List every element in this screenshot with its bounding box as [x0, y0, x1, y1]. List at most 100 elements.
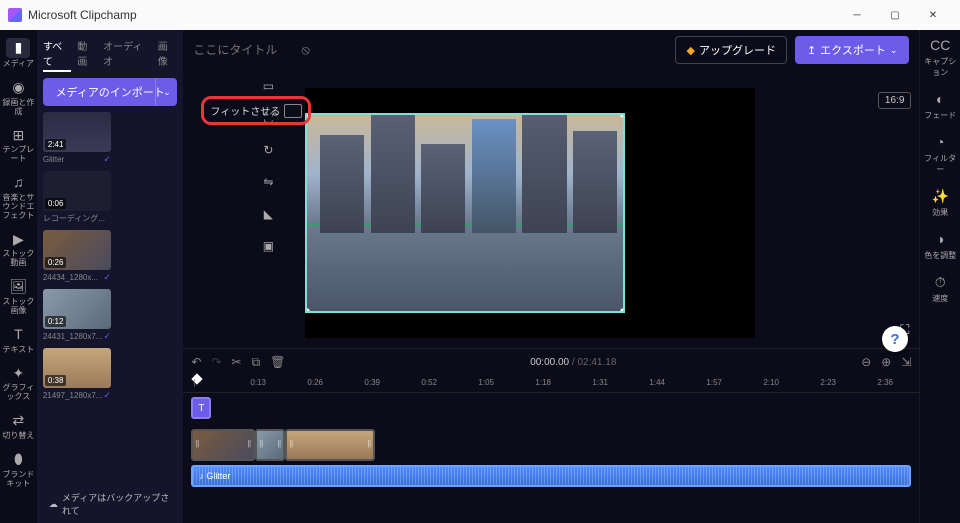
time-total: 02:41.18	[577, 357, 616, 368]
text-icon: T	[9, 326, 27, 344]
clip-duration: 0:26	[45, 257, 67, 268]
ruler-tick: 1:57	[706, 378, 722, 387]
preview-canvas[interactable]	[305, 88, 755, 338]
waveform-icon	[193, 467, 909, 485]
resize-handle-ne[interactable]	[620, 113, 625, 118]
fit-button[interactable]: フィットさせる	[210, 103, 280, 118]
window-minimize-button[interactable]: ─	[838, 0, 876, 30]
nav-graphics[interactable]: ✦グラフィックス	[0, 364, 37, 402]
prop-filter[interactable]: ◔フィルター	[920, 133, 960, 175]
export-button[interactable]: ↥ エクスポート ⌄	[795, 36, 909, 64]
preview-area: フィットさせる ▭ ⛶ ↻ ⇋ ◣ ▣	[183, 70, 919, 312]
flip-h-icon[interactable]: ⇋	[258, 172, 278, 192]
nav-template[interactable]: ⊞テンプレート	[0, 126, 37, 164]
clip-thumbnail[interactable]: 2:41	[43, 112, 111, 152]
crop-tool-icon[interactable]: ▭	[258, 76, 278, 96]
delete-icon[interactable]: 🗑	[270, 355, 285, 369]
flip-v-icon[interactable]: ◣	[258, 204, 278, 224]
media-tab[interactable]: 画像	[158, 36, 178, 72]
clip-thumbnail[interactable]: 0:12	[43, 289, 111, 329]
cut-icon[interactable]: ✂	[232, 355, 242, 369]
diamond-icon: ◆	[686, 44, 694, 57]
ruler-tick: 0:52	[421, 378, 437, 387]
title-clip[interactable]: T	[191, 397, 211, 419]
ruler-tick: 0:26	[307, 378, 323, 387]
cc-icon: CC	[931, 36, 949, 54]
fit-icon[interactable]	[284, 104, 302, 118]
nav-transition[interactable]: ⇄切り替え	[2, 412, 34, 441]
template-icon: ⊞	[9, 126, 27, 144]
export-label: エクスポート	[820, 42, 886, 58]
undo-icon[interactable]: ↶	[191, 355, 201, 369]
adjust-icon: ◑	[931, 230, 949, 248]
image-icon: 🖼	[9, 278, 27, 296]
nav-music[interactable]: ♫音楽とサウンドエフェクト	[0, 174, 37, 220]
visibility-icon[interactable]: ⦸	[301, 42, 309, 58]
video-icon: ▶	[9, 230, 27, 248]
title-track[interactable]: T	[191, 397, 911, 425]
rec-icon: ◉	[9, 79, 27, 97]
zoom-in-icon[interactable]: ⊕	[881, 355, 891, 369]
backup-label: メディアはバックアップされて	[62, 491, 172, 517]
timeline-toolbar: ↶ ↷ ✂ ⧉ 🗑 00:00.00 / 02:41.18 ⊖ ⊕ ⇲	[183, 349, 919, 375]
rotate-icon[interactable]: ↻	[258, 140, 278, 160]
media-clip[interactable]: 0:06 レコーディング...	[43, 171, 111, 224]
resize-handle-sw[interactable]	[305, 308, 310, 313]
import-label: メディアのインポート	[56, 84, 165, 100]
video-track[interactable]: ‖‖ ‖‖ ‖‖	[191, 429, 911, 461]
clip-thumbnail[interactable]: 0:38	[43, 348, 111, 388]
nav-text[interactable]: Tテキスト	[3, 326, 35, 355]
top-bar: ⦸ ◆ アップグレード ↥ エクスポート ⌄	[183, 30, 919, 70]
audio-clip[interactable]: ♪ Glitter	[191, 465, 911, 487]
video-clip-1[interactable]: ‖‖	[191, 429, 255, 461]
timeline-tracks[interactable]: T ‖‖ ‖‖ ‖‖ ♪ Glitter	[183, 393, 919, 523]
nav-video[interactable]: ▶ストック動画	[0, 230, 37, 268]
selected-video-clip[interactable]	[305, 113, 625, 313]
clip-thumbnail[interactable]: 0:06	[43, 171, 111, 211]
pip-icon[interactable]: ▣	[258, 236, 278, 256]
media-clip[interactable]: 0:1224431_1280x7...✓	[43, 289, 111, 342]
filter-icon: ◔	[931, 133, 949, 151]
nav-folder[interactable]: ▮メディア	[3, 38, 34, 69]
upgrade-button[interactable]: ◆ アップグレード	[675, 36, 786, 64]
prop-cc[interactable]: CCキャプション	[920, 36, 960, 78]
time-current: 00:00.00	[530, 357, 569, 368]
copy-icon[interactable]: ⧉	[252, 355, 261, 370]
fade-icon: ◐	[931, 90, 949, 108]
window-close-button[interactable]: ✕	[914, 0, 952, 30]
brand-icon: ⬮	[9, 451, 27, 469]
project-title-input[interactable]	[193, 43, 293, 57]
clip-thumbnail[interactable]: 0:26	[43, 230, 111, 270]
media-tab[interactable]: すべて	[43, 36, 72, 72]
resize-handle-se[interactable]	[620, 308, 625, 313]
help-button[interactable]: ?	[882, 326, 908, 352]
aspect-ratio-button[interactable]: 16:9	[878, 92, 911, 109]
media-clip[interactable]: 2:41Glitter✓	[43, 112, 111, 165]
video-clip-3[interactable]: ‖‖	[285, 429, 375, 461]
media-clip[interactable]: 0:2624434_1280x...✓	[43, 230, 111, 283]
cloud-icon: ☁	[49, 499, 58, 510]
timeline-ruler[interactable]: |0:130:260:390:521:051:181:311:441:572:1…	[183, 375, 919, 393]
redo-icon[interactable]: ↷	[211, 355, 221, 369]
zoom-out-icon[interactable]: ⊖	[861, 355, 871, 369]
nav-image[interactable]: 🖼ストック画像	[0, 278, 37, 316]
media-tab[interactable]: 動画	[77, 36, 97, 72]
media-panel: すべて動画オーディオ画像 メディアのインポート ⌄ 2:41Glitter✓ 0:…	[37, 30, 184, 523]
import-dropdown-chevron-icon[interactable]: ⌄	[155, 78, 177, 106]
nav-rec[interactable]: ◉録画と作成	[0, 79, 37, 117]
prop-speed[interactable]: ⏱速度	[931, 273, 949, 304]
zoom-fit-icon[interactable]: ⇲	[901, 355, 911, 369]
window-maximize-button[interactable]: ▢	[876, 0, 914, 30]
clip-duration: 0:06	[45, 198, 67, 209]
media-tab[interactable]: オーディオ	[103, 36, 152, 72]
timeline: ↶ ↷ ✂ ⧉ 🗑 00:00.00 / 02:41.18 ⊖ ⊕ ⇲	[183, 348, 919, 523]
video-clip-2[interactable]: ‖‖	[255, 429, 285, 461]
speed-icon: ⏱	[931, 273, 949, 291]
media-clip[interactable]: 0:3821497_1280x7...✓	[43, 348, 111, 401]
import-media-button[interactable]: メディアのインポート ⌄	[43, 78, 178, 106]
prop-adjust[interactable]: ◑色を調整	[924, 230, 956, 261]
nav-brand[interactable]: ⬮ブランドキット	[0, 451, 37, 489]
prop-fade[interactable]: ◐フェード	[924, 90, 956, 121]
prop-fx[interactable]: ✨効果	[931, 187, 949, 218]
clip-name: レコーディング...	[43, 213, 105, 224]
